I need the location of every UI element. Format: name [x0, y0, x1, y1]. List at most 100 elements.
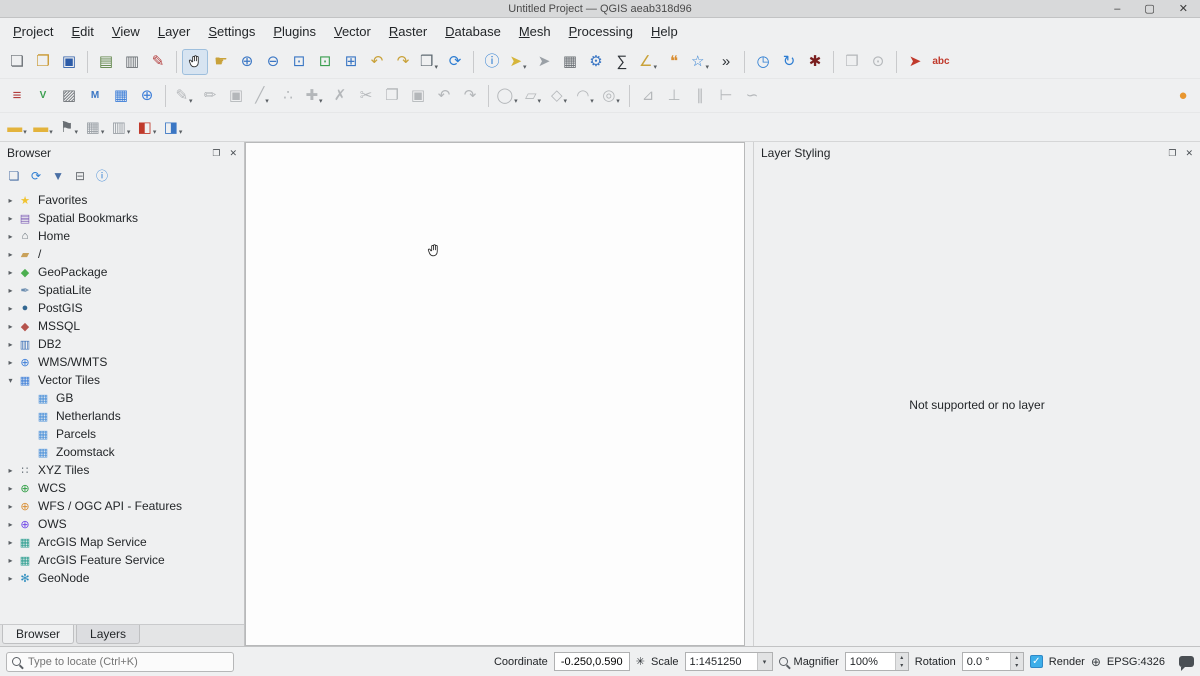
new-project-button[interactable]: ❏: [4, 49, 30, 75]
scale-dropdown-icon[interactable]: ▾: [757, 653, 772, 670]
crs-value[interactable]: EPSG:4326: [1107, 656, 1165, 668]
zoom-next-button[interactable]: ↷: [390, 49, 416, 75]
magnifier-spinbox[interactable]: 100% ▴ ▾: [845, 652, 909, 671]
tree-item-root[interactable]: ▸▰/: [0, 245, 244, 263]
close-panel-icon[interactable]: ✕: [1185, 148, 1193, 159]
menu-raster[interactable]: Raster: [380, 21, 436, 42]
vertex-tool-dropdown-icon[interactable]: ▾: [319, 97, 323, 108]
tree-item-zoomstack[interactable]: ▦Zoomstack: [0, 443, 244, 461]
tree-item-mssql[interactable]: ▸◆MSSQL: [0, 317, 244, 335]
change-label-properties-dropdown-icon[interactable]: ▾: [179, 128, 183, 139]
add-vector-tile-layer-button[interactable]: ▦: [108, 83, 134, 109]
digitize-circle-dropdown-icon[interactable]: ▾: [514, 97, 518, 108]
cut-features-button[interactable]: ✂: [353, 83, 379, 109]
expander-icon[interactable]: ▸: [4, 196, 17, 205]
processing-toolbox-button[interactable]: ⚙: [583, 49, 609, 75]
add-vector-layer-button[interactable]: V: [30, 83, 56, 109]
layout-manager-button[interactable]: ▥: [119, 49, 145, 75]
expander-icon[interactable]: ▸: [4, 322, 17, 331]
new-print-layout-button[interactable]: ▤: [93, 49, 119, 75]
menu-settings[interactable]: Settings: [199, 21, 264, 42]
delete-selected-button[interactable]: ✗: [327, 83, 353, 109]
tree-item-postgis[interactable]: ▸●PostGIS: [0, 299, 244, 317]
data-source-manager-button[interactable]: ≡: [4, 83, 30, 109]
layer-diagram-options-dropdown-icon[interactable]: ▾: [49, 128, 53, 139]
new-spatial-bookmark-dropdown-icon[interactable]: ▾: [705, 63, 709, 74]
tab-layers[interactable]: Layers: [76, 625, 140, 644]
float-panel-icon[interactable]: ❐: [1168, 148, 1176, 159]
coordinate-input[interactable]: [554, 652, 630, 671]
add-record-button[interactable]: ∴: [275, 83, 301, 109]
layer-diagram-options-button[interactable]: ▬▾: [30, 114, 56, 140]
digitize-regular-polygon-button[interactable]: ◇▾: [546, 83, 572, 109]
expander-icon[interactable]: ▸: [4, 250, 17, 259]
tree-item-wms-wmts[interactable]: ▸⊕WMS/WMTS: [0, 353, 244, 371]
map-tips-button[interactable]: ❝: [661, 49, 687, 75]
expander-icon[interactable]: ▸: [4, 286, 17, 295]
expander-icon[interactable]: ▸: [4, 574, 17, 583]
style-manager-button[interactable]: ✎: [145, 49, 171, 75]
add-wms-layer-button[interactable]: ⊕: [134, 83, 160, 109]
spin-up-icon[interactable]: ▴: [1011, 653, 1023, 662]
digitize-with-segment-button[interactable]: ╱▾: [249, 83, 275, 109]
select-features-button[interactable]: ➤▾: [505, 49, 531, 75]
show-hide-labels-button[interactable]: ▥▾: [108, 114, 134, 140]
digitize-curve-button[interactable]: ◠▾: [572, 83, 598, 109]
menu-vector[interactable]: Vector: [325, 21, 380, 42]
save-project-button[interactable]: ▣: [56, 49, 82, 75]
expander-icon[interactable]: ▸: [4, 520, 17, 529]
layer-labeling-options-button[interactable]: ▬▾: [4, 114, 30, 140]
vertex-tool-button[interactable]: ✚▾: [301, 83, 327, 109]
expander-icon[interactable]: ▾: [4, 376, 17, 385]
float-panel-icon[interactable]: ❐: [212, 148, 220, 159]
pin-unpin-labels-dropdown-icon[interactable]: ▾: [74, 128, 78, 139]
menu-edit[interactable]: Edit: [62, 21, 102, 42]
measure-dropdown-icon[interactable]: ▾: [653, 63, 657, 74]
menu-mesh[interactable]: Mesh: [510, 21, 560, 42]
open-project-button[interactable]: ❐: [30, 49, 56, 75]
add-mesh-layer-button[interactable]: M: [82, 83, 108, 109]
tree-item-netherlands[interactable]: ▦Netherlands: [0, 407, 244, 425]
identify-features-button[interactable]: ⓘ: [479, 49, 505, 75]
panel-splitter[interactable]: [745, 142, 754, 646]
expander-icon[interactable]: ▸: [4, 538, 17, 547]
digitize-annulus-dropdown-icon[interactable]: ▾: [616, 97, 620, 108]
tree-item-parcels[interactable]: ▦Parcels: [0, 425, 244, 443]
redo-button[interactable]: ↷: [457, 83, 483, 109]
menu-plugins[interactable]: Plugins: [264, 21, 325, 42]
expander-icon[interactable]: ▸: [4, 556, 17, 565]
spin-down-icon[interactable]: ▾: [1011, 662, 1023, 671]
tree-item-arcgis-map-service[interactable]: ▸▦ArcGIS Map Service: [0, 533, 244, 551]
highlight-pinned-labels-dropdown-icon[interactable]: ▾: [101, 128, 105, 139]
construction-mode-button[interactable]: ⊥: [661, 83, 687, 109]
tree-item-spatial-bookmarks[interactable]: ▸▤Spatial Bookmarks: [0, 209, 244, 227]
trace-tool-button[interactable]: ∽: [739, 83, 765, 109]
firstaid-plugin-button[interactable]: ●: [1170, 83, 1196, 109]
minimize-button[interactable]: –: [1114, 3, 1120, 15]
digitize-rectangle-button[interactable]: ▱▾: [520, 83, 546, 109]
move-label-button[interactable]: ➤: [902, 49, 928, 75]
expander-icon[interactable]: ▸: [4, 340, 17, 349]
tree-item-db2[interactable]: ▸▥DB2: [0, 335, 244, 353]
preview-mode-button[interactable]: ❒: [839, 49, 865, 75]
menu-project[interactable]: Project: [4, 21, 62, 42]
expander-icon[interactable]: ▸: [4, 358, 17, 367]
expander-icon[interactable]: ▸: [4, 466, 17, 475]
new-spatial-bookmark-button[interactable]: ☆▾: [687, 49, 713, 75]
parallel-constraint-button[interactable]: ∥: [687, 83, 713, 109]
expander-icon[interactable]: ▸: [4, 304, 17, 313]
extents-icon[interactable]: ✳: [636, 655, 645, 668]
tab-browser[interactable]: Browser: [2, 625, 74, 644]
spin-down-icon[interactable]: ▾: [896, 662, 908, 671]
zoom-to-selection-button[interactable]: ⊡: [312, 49, 338, 75]
current-edits-button[interactable]: ✎▾: [171, 83, 197, 109]
new-map-view-button[interactable]: ❒▾: [416, 49, 442, 75]
browser-properties-button[interactable]: ⓘ: [92, 166, 112, 186]
digitize-with-segment-dropdown-icon[interactable]: ▾: [265, 97, 269, 108]
expander-icon[interactable]: ▸: [4, 502, 17, 511]
change-label-properties-button[interactable]: ◨▾: [160, 114, 186, 140]
tree-item-home[interactable]: ▸⌂Home: [0, 227, 244, 245]
zoom-in-button[interactable]: ⊕: [234, 49, 260, 75]
tree-item-favorites[interactable]: ▸★Favorites: [0, 191, 244, 209]
menu-view[interactable]: View: [103, 21, 149, 42]
